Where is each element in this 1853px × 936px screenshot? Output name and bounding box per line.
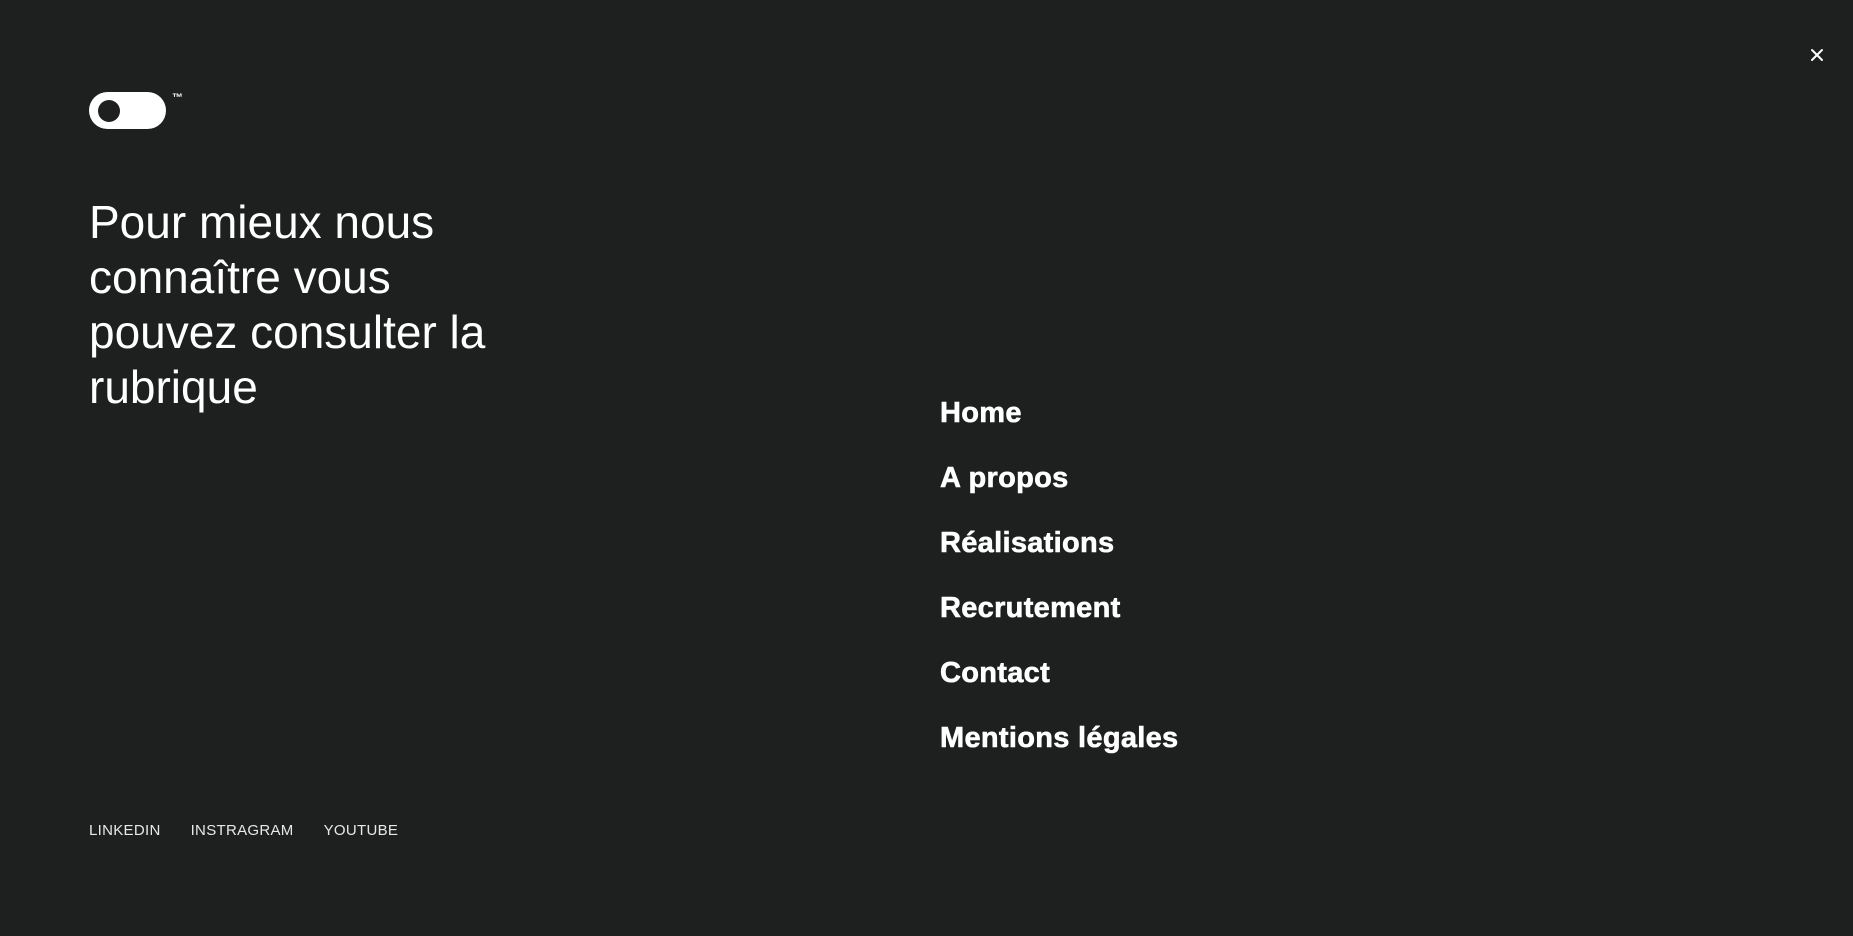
nav-link-recrutement[interactable]: Recrutement bbox=[940, 592, 1121, 625]
trademark-symbol: ™ bbox=[172, 92, 183, 104]
social-link-youtube[interactable]: YOUTUBE bbox=[324, 822, 399, 839]
nav-link-home[interactable]: Home bbox=[940, 397, 1022, 430]
nav-item-a-propos: A propos bbox=[940, 458, 1178, 523]
social-item-instagram: INSTRAGRAM bbox=[191, 822, 294, 840]
nav-item-home: Home bbox=[940, 393, 1178, 458]
nav-link-mentions-legales[interactable]: Mentions légales bbox=[940, 722, 1179, 755]
menu-headline: Pour mieux nous connaître vous pouvez co… bbox=[89, 196, 486, 413]
social-link-instagram[interactable]: INSTRAGRAM bbox=[191, 822, 294, 839]
close-button[interactable] bbox=[1806, 44, 1828, 66]
social-item-linkedin: LINKEDIN bbox=[89, 822, 161, 840]
nav-item-recrutement: Recrutement bbox=[940, 588, 1178, 653]
social-links: LINKEDIN INSTRAGRAM YOUTUBE bbox=[89, 822, 398, 840]
nav-item-realisations: Réalisations bbox=[940, 523, 1178, 588]
social-item-youtube: YOUTUBE bbox=[324, 822, 399, 840]
nav-link-realisations[interactable]: Réalisations bbox=[940, 527, 1115, 560]
nav-link-a-propos[interactable]: A propos bbox=[940, 462, 1069, 495]
menu-overlay: ™ Pour mieux nous connaître vous pouvez … bbox=[0, 0, 1853, 936]
nav-link-contact[interactable]: Contact bbox=[940, 657, 1050, 690]
brand-logo[interactable]: ™ bbox=[89, 92, 199, 132]
close-icon bbox=[1811, 49, 1823, 61]
nav-item-mentions-legales: Mentions légales bbox=[940, 718, 1179, 783]
toggle-switch-logo-icon bbox=[89, 92, 166, 129]
main-navigation: Home A propos Réalisations Recrutement C… bbox=[940, 393, 1179, 783]
social-link-linkedin[interactable]: LINKEDIN bbox=[89, 822, 161, 839]
nav-item-contact: Contact bbox=[940, 653, 1178, 718]
toggle-knob bbox=[98, 100, 120, 122]
